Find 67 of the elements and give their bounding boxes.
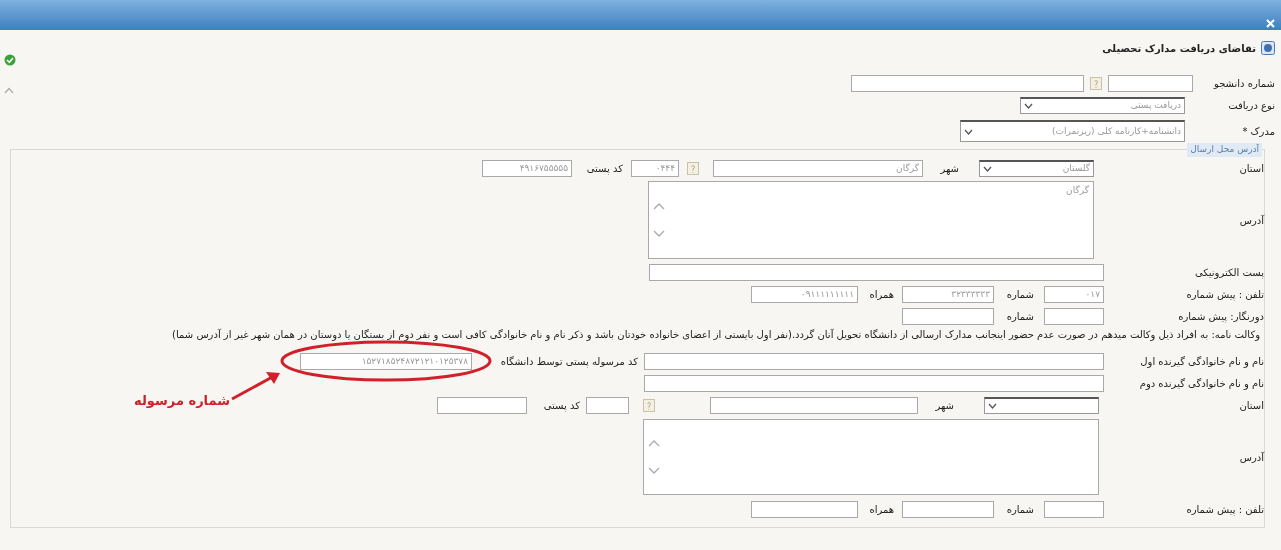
dropdown[interactable]: دانشنامه+کارنامه کلی (ریزنمرات) [960,120,1185,142]
input-field[interactable] [437,396,527,414]
input-field[interactable] [1044,307,1104,325]
tracking-code-field[interactable]: ۱۵۲۷۱۸۵۲۴۸۷۲۱۲۱۰۱۲۵۳۷۸ [300,352,472,370]
input-field[interactable]: ۰۴۴۴ [631,159,679,177]
input-field[interactable] [586,396,629,414]
scroll-arrows-icon[interactable] [648,439,660,475]
field-label: شهر [939,161,959,176]
input-field[interactable] [644,352,1104,370]
caret-icon [983,165,992,172]
help-icon[interactable] [643,398,655,412]
input-field[interactable]: ۰۹۱۱۱۱۱۱۱۱۱ [751,285,858,303]
field-label: نوع دریافت [1227,98,1275,113]
input-field[interactable]: ۳۲۳۳۳۳۳۳ [902,285,994,303]
input-field[interactable] [851,74,1084,92]
input-field[interactable]: گرگان [713,159,923,177]
field-label: شهر [934,398,954,413]
panel-legend: آدرس محل ارسال [1187,143,1262,157]
dropdown[interactable]: گلستان [979,159,1094,177]
field-label: شماره [1005,309,1034,324]
input-field[interactable] [644,374,1104,392]
field-label: استان [1238,398,1264,413]
field-label: شماره [1005,502,1034,517]
caret-icon [1024,102,1033,109]
close-icon[interactable] [1266,19,1275,28]
input-field[interactable]: ۴۹۱۶۷۵۵۵۵۵ [482,159,572,177]
scroll-arrows-icon[interactable] [653,202,665,238]
input-field[interactable] [649,263,1104,281]
help-icon[interactable] [687,161,699,175]
arrow [231,372,280,401]
field-label: کد پستی [542,398,580,413]
address-field[interactable]: گرگان [648,181,1094,259]
check-icon[interactable] [4,54,16,66]
field-label: دورنگار: پیش شماره [1177,309,1264,324]
annotation-label: شماره مرسوله [134,392,230,410]
field-label: آدرس [1238,450,1264,465]
field-label: کد مرسوله پستی توسط دانشگاه [499,354,638,369]
input-field[interactable] [710,396,918,414]
input-field[interactable] [751,500,858,518]
collapse-icon[interactable] [4,87,14,94]
form-title: تقاضای دریافت مدارک تحصیلی [1102,41,1256,56]
input-field[interactable] [902,307,994,325]
field-label: همراه [868,287,894,302]
form-icon [1261,41,1275,55]
address-field[interactable] [643,419,1099,495]
field-label: نام و نام خانوادگی گیرنده دوم [1138,376,1264,391]
field-label: مدرک * [1241,124,1275,139]
field-label: همراه [868,502,894,517]
dropdown[interactable] [984,396,1099,414]
proxy-note: وکالت نامه: به افراد ذیل وکالت میدهم در صورت عدم حضور اینجانب مدارک ارسالی از دانشگاه تحویل آنان گردد.(نفر اول بایستی از اعضای خانواده خودتان باشد و ذکر نام و نام خانوادگی کافی است و نفر دوم از بستگان یا دوستان در همان شهر غیر از آدرس شما) [171,327,1261,341]
input-field[interactable]: ۰۱۷ [1044,285,1104,303]
field-label: شماره دانشجو [1212,76,1275,91]
input-field[interactable] [902,500,994,518]
field-label: پست الکترونیکی [1193,265,1264,280]
field-label: استان [1238,161,1264,176]
caret-icon [964,128,973,135]
dropdown[interactable]: دریافت پستی [1020,96,1185,114]
field-label: تلفن : پیش شماره [1185,502,1264,517]
field-label: تلفن : پیش شماره [1185,287,1264,302]
field-label: آدرس [1238,213,1264,228]
caret-icon [988,402,997,409]
help-icon[interactable] [1090,76,1102,90]
field-label: کد پستی [585,161,623,176]
field-label: شماره [1005,287,1034,302]
field-label: نام و نام خانوادگی گیرنده اول [1139,354,1264,369]
input-field[interactable] [1108,74,1193,92]
input-field[interactable] [1044,500,1104,518]
